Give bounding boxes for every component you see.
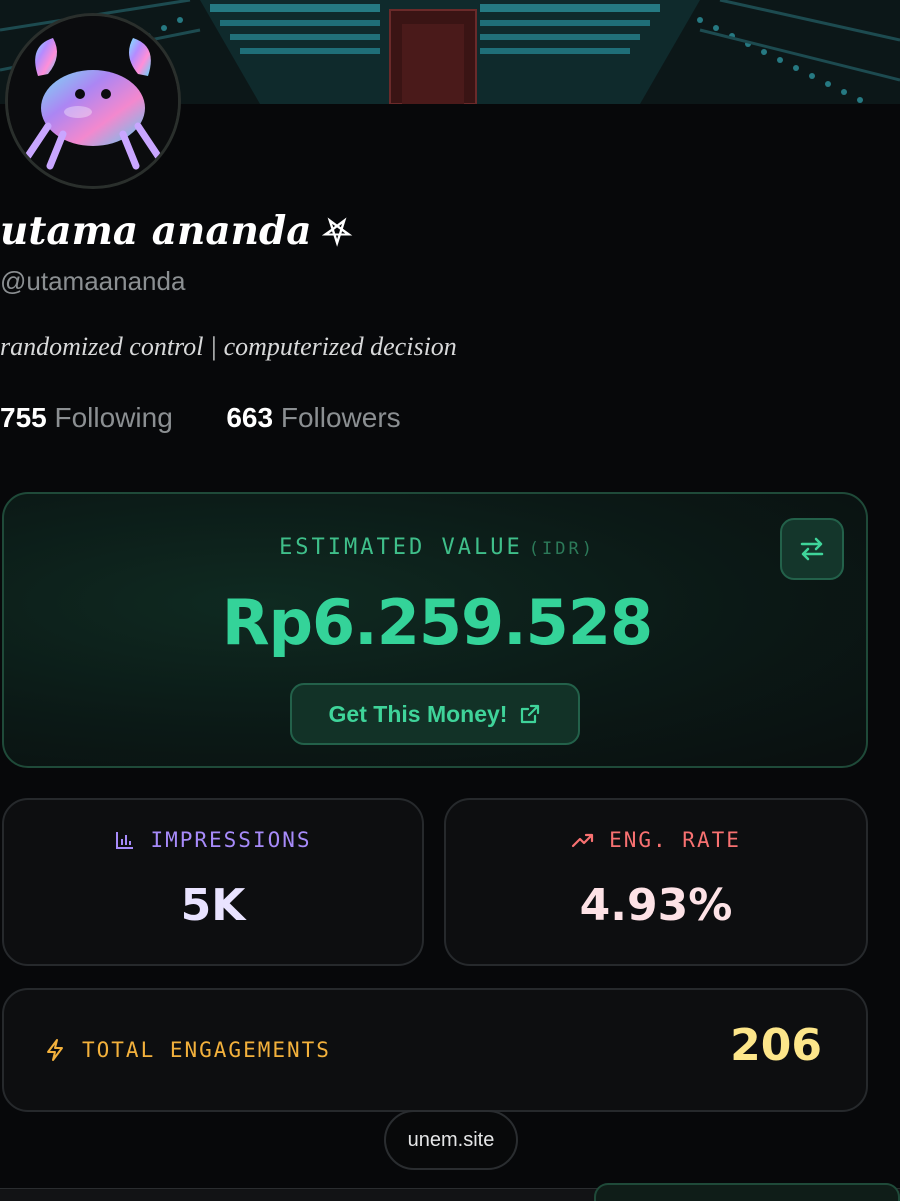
swap-currency-button[interactable]: [780, 518, 844, 580]
get-money-label: Get This Money!: [328, 700, 508, 727]
following-count: 755: [0, 402, 47, 433]
impressions-header: IMPRESSIONS: [4, 828, 422, 852]
crab-avatar-image: [8, 16, 178, 186]
impressions-label: IMPRESSIONS: [150, 828, 312, 852]
followers-count: 663: [226, 402, 274, 433]
follow-stats: 755 Following 663 Followers: [0, 402, 401, 434]
estimated-value-card: ESTIMATED VALUE (IDR) Rp6.259.528 Get Thi…: [2, 492, 868, 768]
profile-name: utama ananda ⛧: [0, 208, 351, 254]
followers-link[interactable]: 663 Followers: [226, 402, 400, 433]
total-engagements-value: 206: [730, 1020, 822, 1071]
profile-name-text: utama ananda: [0, 208, 312, 254]
engagement-rate-card: ENG. RATE 4.93%: [444, 798, 868, 966]
following-link[interactable]: 755 Following: [0, 402, 181, 433]
profile-handle: @utamaananda: [0, 266, 186, 296]
total-engagements-header: TOTAL ENGAGEMENTS: [44, 1038, 331, 1062]
following-label: Following: [54, 402, 173, 433]
followers-label: Followers: [280, 402, 401, 433]
external-link-icon: [521, 704, 540, 724]
bar-chart-icon: [116, 832, 134, 849]
estimated-value-title: ESTIMATED VALUE: [279, 535, 523, 560]
engagement-rate-value: 4.93%: [579, 880, 733, 931]
engagement-rate-label: ENG. RATE: [609, 828, 741, 852]
impressions-card: IMPRESSIONS 5K: [2, 798, 424, 966]
impressions-value: 5K: [180, 880, 246, 931]
currency-unit: (IDR): [528, 539, 595, 559]
estimated-value-amount: Rp6.259.528: [221, 586, 653, 659]
get-money-button[interactable]: Get This Money!: [290, 683, 580, 745]
estimated-value-label: ESTIMATED VALUE (IDR): [4, 535, 870, 560]
lightning-icon: [47, 1039, 63, 1061]
site-link[interactable]: unem.site: [384, 1110, 518, 1170]
trending-up-icon: [571, 833, 594, 848]
total-engagements-label: TOTAL ENGAGEMENTS: [82, 1038, 331, 1062]
swap-icon: [800, 537, 824, 561]
pentagram-icon: ⛧: [323, 213, 351, 253]
total-engagements-card: TOTAL ENGAGEMENTS 206: [2, 988, 868, 1112]
bottom-panel-edge: [0, 1183, 900, 1201]
engagement-rate-header: ENG. RATE: [446, 828, 866, 852]
bottom-panel-accent: [594, 1183, 900, 1201]
profile-bio: randomized control | computerized decisi…: [0, 332, 457, 361]
avatar[interactable]: [5, 13, 181, 189]
